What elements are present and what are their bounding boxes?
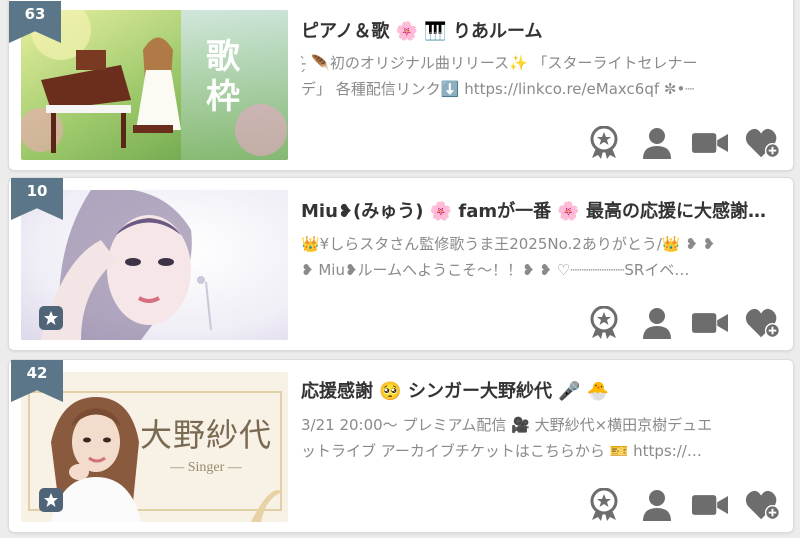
room-card[interactable]: 大野紗代 — Singer — 42 応援感謝 🥺 シンガー大野紗代 🎤 🐣 3… bbox=[8, 359, 794, 533]
heart-plus-icon[interactable] bbox=[745, 306, 781, 340]
award-icon[interactable] bbox=[586, 488, 622, 522]
room-title[interactable]: ピアノ＆歌 🌸 🎹 りあルーム bbox=[301, 17, 779, 43]
svg-text:枠: 枠 bbox=[206, 78, 240, 116]
award-icon[interactable] bbox=[586, 306, 622, 340]
room-action-icons bbox=[586, 306, 781, 340]
room-description-line: ットライブ アーカイブチケットはこちらから 🎫 https://… bbox=[301, 442, 702, 460]
person-icon[interactable] bbox=[639, 126, 675, 160]
room-card[interactable]: 10 Miu❥(みゅう) 🌸 famが一番 🌸 最高の応援に大感謝… 👑¥しらス… bbox=[8, 177, 794, 351]
star-icon bbox=[44, 311, 58, 325]
heart-plus-icon[interactable] bbox=[745, 126, 781, 160]
star-icon bbox=[44, 493, 58, 507]
award-icon[interactable] bbox=[586, 126, 622, 160]
video-icon[interactable] bbox=[692, 126, 728, 160]
person-icon[interactable] bbox=[639, 488, 675, 522]
heart-plus-icon[interactable] bbox=[745, 488, 781, 522]
room-title[interactable]: 応援感謝 🥺 シンガー大野紗代 🎤 🐣 bbox=[301, 377, 779, 403]
thumbnail-caption: 大野紗代 — Singer — bbox=[131, 410, 281, 476]
room-action-icons bbox=[586, 488, 781, 522]
video-icon[interactable] bbox=[692, 488, 728, 522]
thumbnail-subtitle-text: — Singer — bbox=[170, 460, 242, 475]
room-description-line: 3/21 20:00～ プレミアム配信 🎥 大野紗代×横田京樹デュエ bbox=[301, 416, 713, 434]
room-description-line: デ」 各種配信リンク⬇️ https://linkco.re/eMaxc6qf … bbox=[301, 80, 695, 98]
room-description: -̗̀ 🪶初のオリジナル曲リリース✨ 「スターライトセレナー デ」 各種配信リン… bbox=[301, 50, 779, 102]
room-title[interactable]: Miu❥(みゅう) 🌸 famが一番 🌸 最高の応援に大感謝… bbox=[301, 197, 779, 223]
room-card[interactable]: 歌枠 歌 枠 63 ピアノ＆歌 🌸 🎹 りあルーム -̗̀ 🪶初のオリジナル曲リ… bbox=[8, 0, 794, 171]
room-thumbnail[interactable]: 歌枠 歌 枠 bbox=[21, 10, 288, 160]
room-description-line: ❥ Miu❥ルームへようこそ～！！❥ ❥ ♡┈┈┈┈┈┈SRイベ… bbox=[301, 261, 690, 279]
room-description-line: 👑¥しらスタさん監修歌うま王2025No.2ありがとう/👑 ❥ ❥ bbox=[301, 235, 716, 253]
room-list: 歌枠 歌 枠 63 ピアノ＆歌 🌸 🎹 りあルーム -̗̀ 🪶初のオリジナル曲リ… bbox=[0, 0, 800, 538]
room-description-line: -̗̀ 🪶初のオリジナル曲リリース✨ 「スターライトセレナー bbox=[301, 54, 698, 72]
svg-text:歌: 歌 bbox=[206, 38, 241, 76]
featured-star-badge bbox=[39, 488, 63, 512]
video-icon[interactable] bbox=[692, 306, 728, 340]
thumbnail-title-text: 大野紗代 bbox=[139, 417, 272, 453]
room-description: 3/21 20:00～ プレミアム配信 🎥 大野紗代×横田京樹デュエ ットライブ… bbox=[301, 412, 779, 464]
room-description: 👑¥しらスタさん監修歌うま王2025No.2ありがとう/👑 ❥ ❥ ❥ Miu❥… bbox=[301, 231, 779, 283]
room-action-icons bbox=[586, 126, 781, 160]
featured-star-badge bbox=[39, 306, 63, 330]
person-icon[interactable] bbox=[639, 306, 675, 340]
thumbnail-image-piano: 歌枠 歌 枠 bbox=[21, 10, 288, 160]
